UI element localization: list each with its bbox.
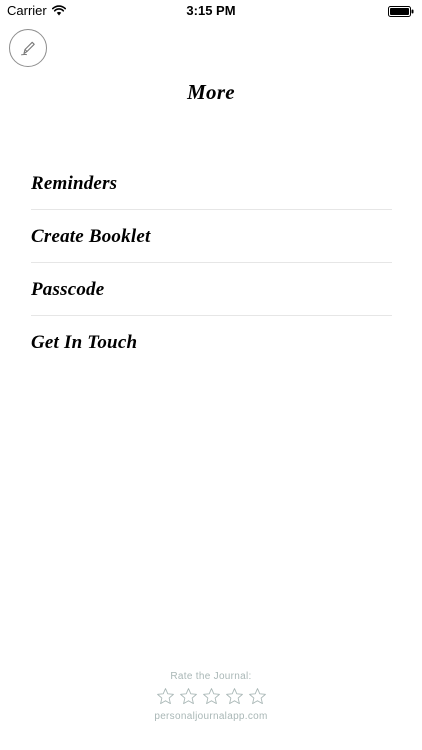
- menu-item-passcode[interactable]: Passcode: [31, 263, 392, 316]
- star-outline-icon[interactable]: [156, 687, 175, 706]
- star-rating: [0, 687, 422, 706]
- rate-label: Rate the Journal:: [170, 671, 252, 682]
- battery-icon: [388, 6, 414, 17]
- star-outline-icon[interactable]: [179, 687, 198, 706]
- status-bar: Carrier 3:15 PM: [0, 0, 422, 22]
- star-outline-icon[interactable]: [225, 687, 244, 706]
- pencil-icon: [21, 41, 35, 56]
- star-outline-icon[interactable]: [248, 687, 267, 706]
- menu-item-create-booklet[interactable]: Create Booklet: [31, 210, 392, 263]
- status-time: 3:15 PM: [186, 3, 236, 18]
- menu-list: Reminders Create Booklet Passcode Get In…: [31, 157, 392, 369]
- website-link[interactable]: personaljournalapp.com: [0, 711, 422, 722]
- page-title: More: [187, 80, 235, 104]
- rating-footer: Rate the Journal: personaljournalapp.com: [0, 671, 422, 722]
- star-outline-icon[interactable]: [202, 687, 221, 706]
- menu-item-get-in-touch[interactable]: Get In Touch: [31, 316, 392, 369]
- compose-button[interactable]: [9, 29, 47, 67]
- menu-item-reminders[interactable]: Reminders: [31, 157, 392, 210]
